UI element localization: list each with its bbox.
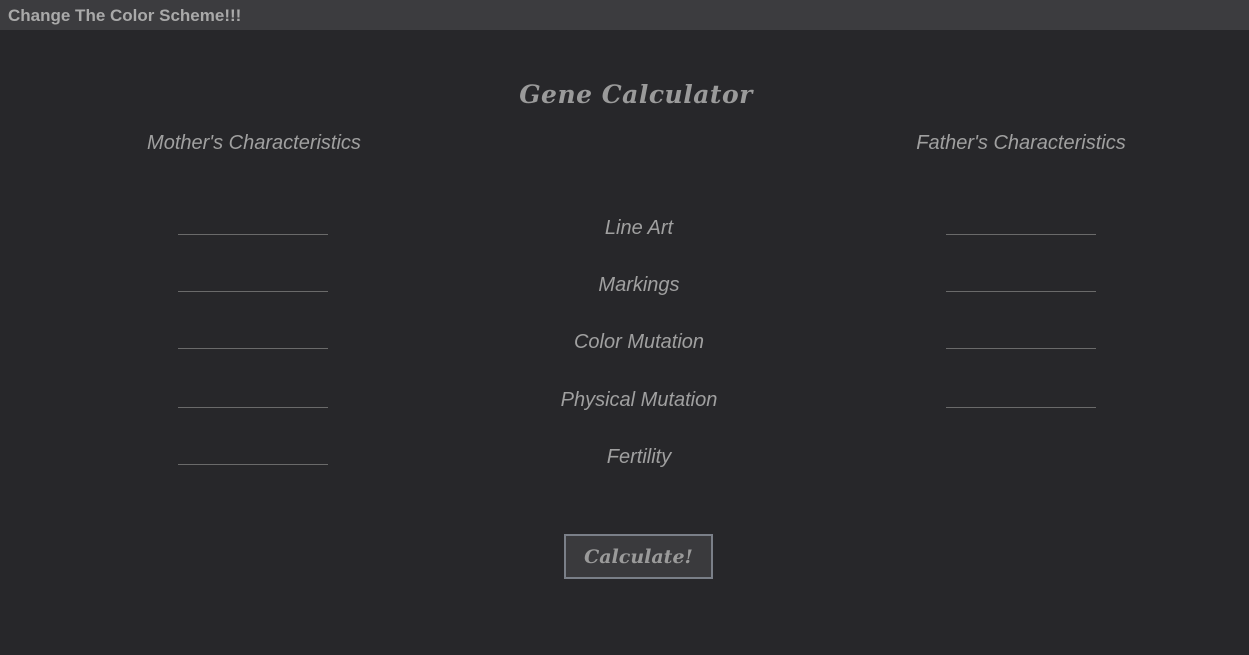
father-heading: Father's Characteristics [916,132,1126,154]
father-line-art-input[interactable] [946,213,1096,235]
mother-heading: Mother's Characteristics [147,132,361,154]
row-label-physical-mutation: Physical Mutation [560,389,718,411]
father-color-mutation-input[interactable] [946,327,1096,349]
mother-fertility-input[interactable] [178,443,328,465]
calculate-button[interactable]: Calculate! [564,534,713,579]
page-title: Gene Calculator [519,80,753,109]
mother-line-art-input[interactable] [178,213,328,235]
father-physical-mutation-input[interactable] [946,386,1096,408]
row-label-fertility: Fertility [606,446,672,468]
row-label-line-art: Line Art [604,217,674,239]
change-color-scheme-link[interactable]: Change The Color Scheme!!! [8,6,241,26]
mother-physical-mutation-input[interactable] [178,386,328,408]
mother-color-mutation-input[interactable] [178,327,328,349]
row-label-markings: Markings [598,274,680,296]
mother-markings-input[interactable] [178,270,328,292]
row-label-color-mutation: Color Mutation [573,331,705,353]
top-bar: Change The Color Scheme!!! [0,0,1249,30]
father-markings-input[interactable] [946,270,1096,292]
